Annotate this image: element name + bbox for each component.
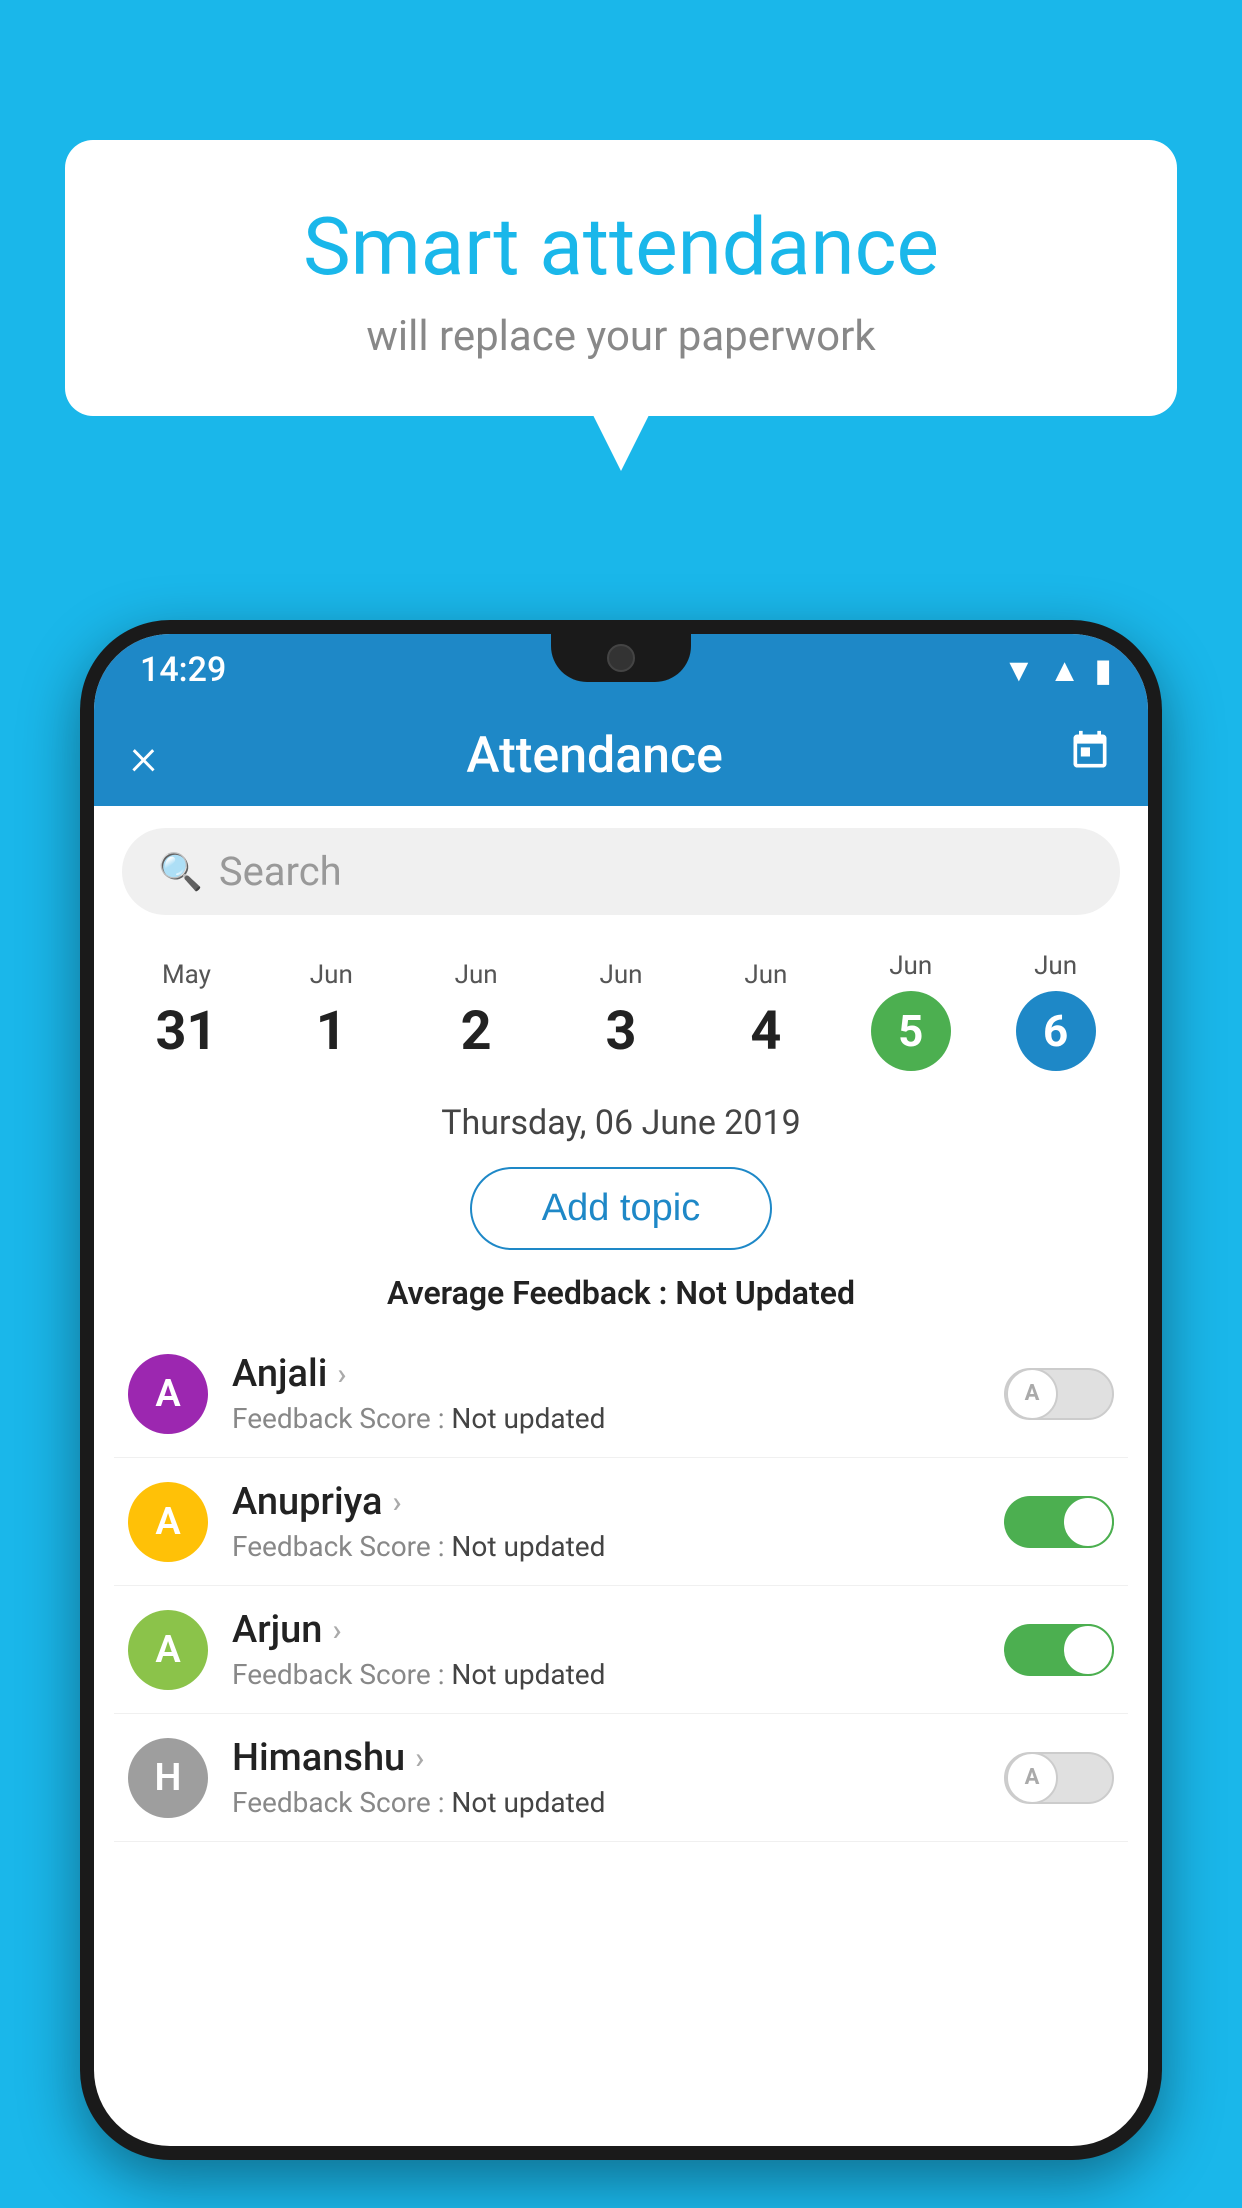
calendar-day[interactable]: Jun 2 [404, 946, 549, 1077]
average-feedback: Average Feedback : Not Updated [94, 1264, 1148, 1330]
phone-device: 14:29 ▼ ▲ ▮ × Attendance 🔍 Search May [80, 620, 1162, 2160]
calendar-day[interactable]: Jun 1 [259, 946, 404, 1077]
cal-month-label: Jun [744, 960, 787, 990]
battery-icon: ▮ [1094, 651, 1112, 689]
chevron-right-icon: › [337, 1357, 346, 1392]
cal-day-num: 2 [461, 1000, 492, 1063]
status-time: 14:29 [130, 650, 226, 690]
speech-bubble-container: Smart attendance will replace your paper… [65, 140, 1177, 416]
chevron-right-icon: › [392, 1485, 401, 1520]
toggle-thumb: A [1006, 1752, 1058, 1804]
cal-day-num: 5 [871, 991, 951, 1071]
cal-month-label: May [162, 960, 211, 990]
student-avatar: A [128, 1482, 208, 1562]
camera-icon [607, 644, 635, 672]
calendar-day[interactable]: Jun 4 [693, 946, 838, 1077]
student-avatar: A [128, 1354, 208, 1434]
student-row[interactable]: H Himanshu › Feedback Score : Not update… [114, 1714, 1128, 1842]
calendar-day[interactable]: May 31 [114, 946, 259, 1077]
calendar-strip: May 31 Jun 1 Jun 2 Jun 3 Jun 4 Jun 5 Jun… [94, 937, 1148, 1085]
toggle-letter-right: P [1087, 1508, 1102, 1536]
calendar-button[interactable] [1068, 729, 1112, 784]
cal-day-num: 4 [750, 1000, 781, 1063]
student-feedback: Feedback Score : Not updated [232, 1786, 980, 1819]
student-row[interactable]: A Anjali › Feedback Score : Not updated … [114, 1330, 1128, 1458]
student-list: A Anjali › Feedback Score : Not updated … [94, 1330, 1148, 1842]
student-feedback-value: Not updated [451, 1402, 605, 1435]
wifi-icon: ▼ [1003, 651, 1035, 689]
student-row[interactable]: A Arjun › Feedback Score : Not updated P [114, 1586, 1128, 1714]
selected-date-label: Thursday, 06 June 2019 [94, 1085, 1148, 1153]
add-topic-button[interactable]: Add topic [470, 1167, 772, 1250]
student-avatar: A [128, 1610, 208, 1690]
attendance-toggle[interactable]: P [1004, 1624, 1114, 1676]
signal-icon: ▲ [1049, 651, 1081, 689]
student-info: Anjali › Feedback Score : Not updated [232, 1352, 980, 1435]
speech-bubble-title: Smart attendance [135, 200, 1107, 294]
calendar-day[interactable]: Jun 5 [838, 937, 983, 1085]
cal-month-label: Jun [1034, 951, 1077, 981]
student-avatar: H [128, 1738, 208, 1818]
calendar-day[interactable]: Jun 6 [983, 937, 1128, 1085]
app-bar-title: Attendance [121, 727, 1068, 785]
search-bar[interactable]: 🔍 Search [122, 828, 1120, 915]
cal-month-label: Jun [599, 960, 642, 990]
student-feedback: Feedback Score : Not updated [232, 1402, 980, 1435]
student-name: Himanshu › [232, 1736, 980, 1780]
student-name: Anupriya › [232, 1480, 980, 1524]
student-feedback: Feedback Score : Not updated [232, 1658, 980, 1691]
student-feedback-value: Not updated [451, 1530, 605, 1563]
speech-bubble-subtitle: will replace your paperwork [135, 312, 1107, 361]
cal-month-label: Jun [889, 951, 932, 981]
student-feedback: Feedback Score : Not updated [232, 1530, 980, 1563]
student-name: Anjali › [232, 1352, 980, 1396]
student-name: Arjun › [232, 1608, 980, 1652]
avg-feedback-label: Average Feedback : [387, 1274, 675, 1312]
chevron-right-icon: › [332, 1613, 341, 1648]
search-input[interactable]: Search [219, 848, 342, 895]
attendance-toggle[interactable]: P [1004, 1496, 1114, 1548]
cal-day-num: 31 [155, 1000, 217, 1063]
cal-month-label: Jun [310, 960, 353, 990]
app-bar: × Attendance [94, 706, 1148, 806]
cal-day-num: 1 [316, 1000, 347, 1063]
student-row[interactable]: A Anupriya › Feedback Score : Not update… [114, 1458, 1128, 1586]
student-feedback-value: Not updated [451, 1786, 605, 1819]
calendar-day[interactable]: Jun 3 [549, 946, 694, 1077]
cal-day-num: 3 [606, 1000, 637, 1063]
speech-bubble: Smart attendance will replace your paper… [65, 140, 1177, 416]
phone-screen: 14:29 ▼ ▲ ▮ × Attendance 🔍 Search May [94, 634, 1148, 2146]
toggle-letter-right: P [1087, 1636, 1102, 1664]
search-icon: 🔍 [158, 851, 203, 893]
toggle-thumb: A [1006, 1368, 1058, 1420]
student-info: Himanshu › Feedback Score : Not updated [232, 1736, 980, 1819]
student-info: Arjun › Feedback Score : Not updated [232, 1608, 980, 1691]
student-feedback-value: Not updated [451, 1658, 605, 1691]
avg-feedback-value: Not Updated [675, 1274, 855, 1312]
cal-month-label: Jun [455, 960, 498, 990]
attendance-toggle[interactable]: A A [1004, 1752, 1114, 1804]
attendance-toggle[interactable]: A A [1004, 1368, 1114, 1420]
cal-day-num: 6 [1016, 991, 1096, 1071]
status-icons: ▼ ▲ ▮ [1003, 651, 1112, 689]
phone-notch [551, 634, 691, 682]
student-info: Anupriya › Feedback Score : Not updated [232, 1480, 980, 1563]
chevron-right-icon: › [415, 1741, 424, 1776]
